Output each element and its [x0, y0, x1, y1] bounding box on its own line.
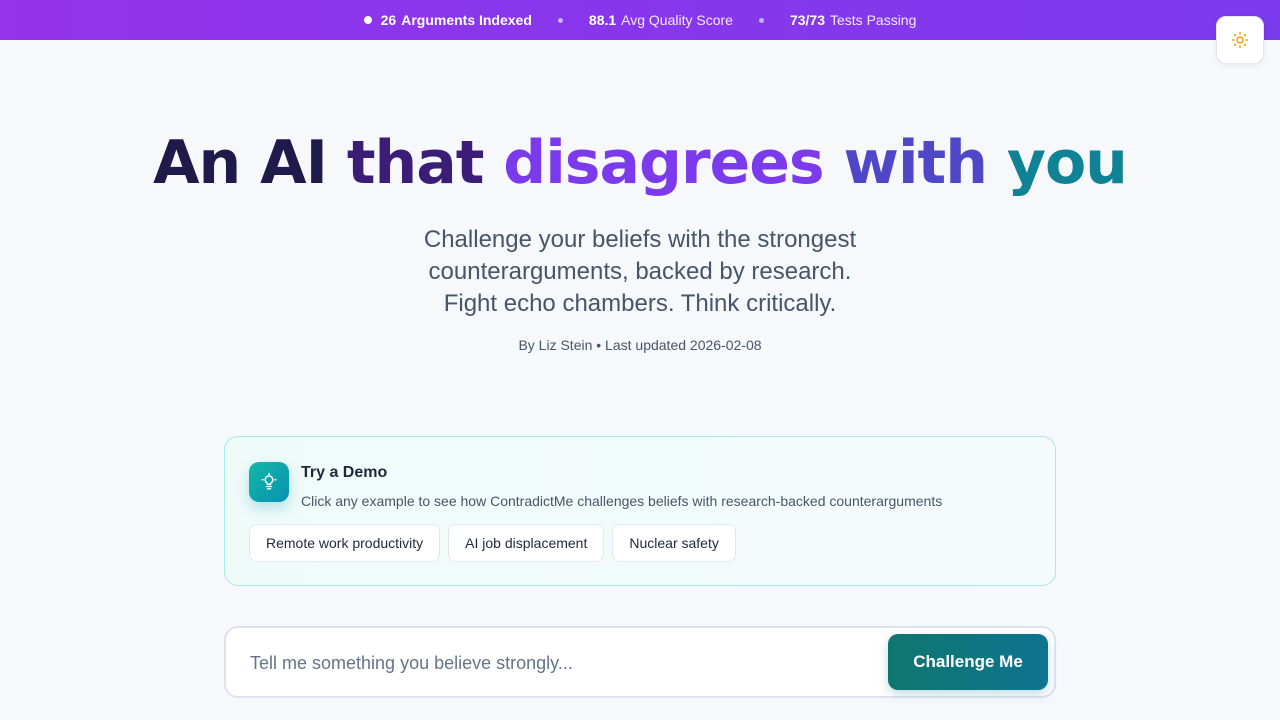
subtitle-line: Fight echo chambers. Think critically. — [443, 290, 837, 317]
stat-quality-score: 88.1 Avg Quality Score — [589, 12, 733, 28]
byline: By Liz Stein • Last updated 2026-02-08 — [518, 337, 762, 353]
separator-dot-icon — [758, 17, 764, 23]
demo-title: Try a Demo — [301, 464, 388, 481]
stat-value: 88.1 — [588, 12, 617, 28]
subtitle-line: Challenge your beliefs with the stronges… — [423, 226, 857, 253]
hero-title-word: you — [1006, 128, 1128, 198]
stats-banner: 26 Arguments Indexed 88.1 Avg Quality Sc… — [0, 0, 1280, 40]
hero-title: An AI that disagrees with you — [0, 128, 1280, 198]
example-chip-remote-work[interactable]: Remote work productivity — [249, 524, 441, 562]
hero-title-word: AI — [260, 128, 328, 198]
demo-description: Click any example to see how ContradictM… — [301, 493, 943, 509]
stat-label: Avg Quality Score — [621, 12, 733, 28]
hero-title-word: disagrees — [503, 128, 824, 198]
theme-toggle-button[interactable] — [1216, 16, 1264, 64]
example-chip-ai-jobs[interactable]: AI job displacement — [448, 524, 605, 562]
hero-subtitle: Challenge your beliefs with the stronges… — [340, 224, 940, 320]
stat-value: 26 — [380, 12, 397, 28]
belief-input-container: Challenge Me — [224, 626, 1056, 698]
hero-title-word: with — [843, 128, 988, 198]
challenge-me-button[interactable]: Challenge Me — [888, 634, 1048, 690]
live-dot-icon — [363, 16, 372, 24]
hero-title-word: An — [153, 128, 241, 198]
stat-label: Tests Passing — [830, 12, 917, 28]
separator-dot-icon — [557, 17, 563, 23]
hero-title-word: that — [346, 128, 485, 198]
subtitle-line: counterarguments, backed by research. — [428, 258, 852, 285]
example-chip-nuclear-safety[interactable]: Nuclear safety — [612, 524, 736, 562]
demo-card: Try a Demo Click any example to see how … — [224, 436, 1056, 586]
stat-value: 73/73 — [789, 12, 825, 28]
stat-arguments-indexed: 26 Arguments Indexed — [363, 12, 532, 28]
belief-input[interactable] — [250, 646, 870, 680]
demo-examples: Remote work productivity AI job displace… — [249, 524, 736, 562]
sun-icon — [1231, 31, 1249, 49]
stat-tests-passing: 73/73 Tests Passing — [790, 12, 916, 28]
lightbulb-icon — [249, 462, 289, 502]
stat-label: Arguments Indexed — [401, 12, 532, 28]
